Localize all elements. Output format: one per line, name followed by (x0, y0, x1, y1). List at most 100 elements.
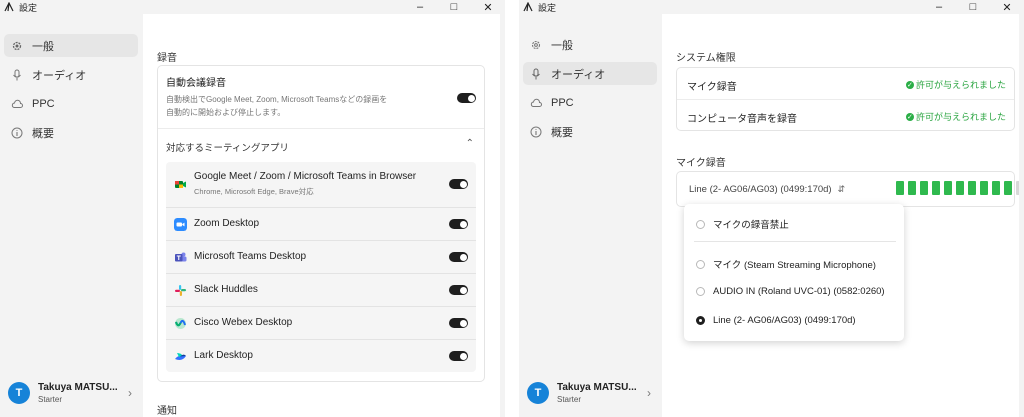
radio-button (696, 259, 705, 269)
mic-device-dropdown: マイクの録音禁止 マイク (Steam Streaming Microphone… (684, 204, 904, 341)
chevron-updown-icon: ⇵ (837, 184, 846, 194)
app-logo-icon (523, 2, 533, 12)
chevron-up-icon[interactable]: ⌃ (466, 138, 474, 149)
permission-row-system-audio: コンピュータ音声を録音 ✓ 許可が与えられました (677, 100, 1014, 131)
section-title-system-permissions: システム権限 (676, 53, 736, 64)
app-name: Lark Desktop (194, 350, 253, 361)
list-item: Google Meet / Zoom / Microsoft Teams in … (166, 162, 476, 208)
sidebar-item-general[interactable]: 一般 (523, 33, 657, 56)
radio-button-checked (696, 316, 705, 325)
title-bar: 設定 – □ ✕ (519, 0, 1024, 14)
auto-record-title: 自動会議録音 (166, 78, 226, 89)
window-title: 設定 (538, 2, 557, 13)
webex-icon (175, 318, 186, 329)
profile-plan: Starter (38, 395, 63, 404)
permissions-card: マイク録音 ✓ 許可が与えられました コンピュータ音声を録音 ✓ 許可が与えられまし… (676, 67, 1015, 131)
sidebar-item-label: オーディオ (551, 68, 606, 81)
sidebar-item-about[interactable]: 概要 (4, 121, 138, 144)
level-segment (896, 181, 904, 195)
permission-status: ✓ 許可が与えられました (905, 80, 1006, 90)
level-segment (968, 181, 976, 195)
mic-device-select[interactable]: Line (2- AG06/AG03) (0499:170d) ⇵ (689, 184, 845, 195)
app-name: Zoom Desktop (194, 218, 260, 229)
auto-record-toggle[interactable] (457, 93, 476, 103)
profile-menu[interactable]: T Takuya MATSU... Starter › (527, 378, 657, 408)
settings-content: 録音 自動会議録音 自動検出でGoogle Meet, Zoom, Micros… (143, 14, 500, 417)
sidebar-item-general[interactable]: 一般 (4, 34, 138, 57)
app-name: Slack Huddles (194, 284, 258, 295)
google-meet-icon (175, 181, 186, 188)
sidebar-item-ppc[interactable]: PPC (523, 91, 657, 114)
app-toggle[interactable] (449, 351, 468, 361)
list-item: Slack Huddles (166, 274, 476, 307)
list-item: Microsoft Teams Desktop (166, 241, 476, 274)
auto-record-desc-line2: 自動的に開始および停止します。 (166, 108, 286, 117)
maximize-button[interactable]: □ (437, 0, 471, 14)
info-icon (11, 127, 23, 139)
sidebar-item-ppc[interactable]: PPC (4, 92, 138, 115)
level-segment (908, 181, 916, 195)
divider (158, 128, 484, 129)
scrollbar[interactable] (500, 14, 505, 417)
level-segment (932, 181, 940, 195)
sidebar-item-audio[interactable]: オーディオ (4, 63, 138, 86)
permission-label: コンピュータ音声を録音 (687, 114, 797, 125)
minimize-button[interactable]: – (403, 0, 437, 14)
mic-device-card: Line (2- AG06/AG03) (0499:170d) ⇵ (676, 171, 1024, 207)
app-name: Microsoft Teams Desktop (194, 251, 307, 262)
close-button[interactable]: ✕ (990, 0, 1024, 14)
permission-label: マイク録音 (687, 82, 737, 93)
info-icon (530, 126, 542, 138)
close-button[interactable]: ✕ (471, 0, 505, 14)
sidebar-item-audio[interactable]: オーディオ (523, 62, 657, 85)
lark-icon (175, 353, 186, 360)
scrollbar[interactable] (1019, 14, 1024, 417)
chevron-right-icon: › (128, 386, 132, 400)
profile-name: Takuya MATSU... (557, 382, 637, 393)
sidebar: 一般 オーディオ PPC 概要 T Takuya MATSU... Starte… (0, 14, 143, 417)
slack-icon (175, 285, 186, 296)
microphone-icon (530, 68, 542, 80)
profile-plan: Starter (557, 395, 582, 404)
level-segment (956, 181, 964, 195)
permission-row-mic: マイク録音 ✓ 許可が与えられました (677, 68, 1014, 99)
check-circle-icon: ✓ (905, 112, 914, 121)
sidebar-item-about[interactable]: 概要 (523, 120, 657, 143)
sidebar-item-label: PPC (32, 97, 55, 110)
auto-record-desc-line1: 自動検出でGoogle Meet, Zoom, Microsoft Teamsな… (166, 95, 388, 104)
level-segment (1004, 181, 1012, 195)
app-toggle[interactable] (449, 285, 468, 295)
section-title-recording: 録音 (157, 53, 177, 64)
level-segment (944, 181, 952, 195)
selected-device: Line (2- AG06/AG03) (0499:170d) (689, 184, 832, 195)
level-segment (920, 181, 928, 195)
divider (694, 241, 896, 242)
list-item: Cisco Webex Desktop (166, 307, 476, 340)
sidebar-item-label: 一般 (32, 40, 54, 53)
radio-button (696, 219, 705, 229)
recording-card: 自動会議録音 自動検出でGoogle Meet, Zoom, Microsoft… (157, 65, 485, 382)
app-toggle[interactable] (449, 318, 468, 328)
level-segment (992, 181, 1000, 195)
check-circle-icon: ✓ (905, 80, 914, 89)
dropdown-option-line[interactable]: Line (2- AG06/AG03) (0499:170d) (696, 315, 856, 326)
minimize-button[interactable]: – (922, 0, 956, 14)
sidebar-item-label: 概要 (32, 127, 54, 140)
app-toggle[interactable] (449, 252, 468, 262)
dropdown-option-steam-mic[interactable]: マイク (Steam Streaming Microphone) (696, 257, 876, 271)
app-toggle[interactable] (449, 219, 468, 229)
sidebar-item-label: 概要 (551, 126, 573, 139)
sidebar-item-label: オーディオ (32, 69, 87, 82)
list-item: Lark Desktop (166, 340, 476, 373)
mic-level-meter (896, 181, 1024, 195)
profile-menu[interactable]: T Takuya MATSU... Starter › (8, 378, 138, 408)
gear-icon (11, 40, 23, 52)
maximize-button[interactable]: □ (956, 0, 990, 14)
radio-button (696, 287, 705, 296)
cloud-icon (11, 98, 23, 110)
app-toggle[interactable] (449, 179, 468, 189)
dropdown-option-audio-in[interactable]: AUDIO IN (Roland UVC-01) (0582:0260) (696, 286, 885, 297)
app-subtext: Chrome, Microsoft Edge, Brave対応 (194, 187, 314, 196)
profile-name: Takuya MATSU... (38, 382, 118, 393)
dropdown-option-no-mic[interactable]: マイクの録音禁止 (696, 217, 789, 231)
